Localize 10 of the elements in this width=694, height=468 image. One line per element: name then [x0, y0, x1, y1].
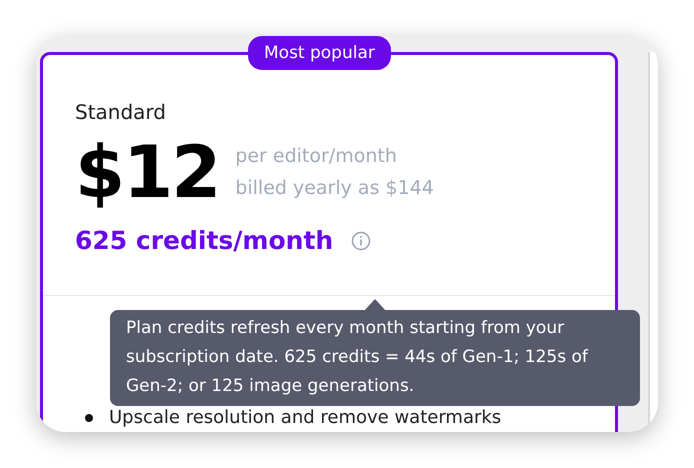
feature-text: Upscale resolution and remove watermarks — [109, 407, 502, 428]
info-icon[interactable] — [351, 230, 372, 250]
price-note: per editor/month — [235, 145, 398, 167]
bullet-icon — [85, 414, 93, 422]
credits: 625 credits/month — [75, 226, 334, 255]
price: $12 — [75, 132, 220, 212]
tooltip: Plan credits refresh every month starting from your subscription date. 625 credits = 44s of Gen-1; 125s of Gen-2; or 125 image generations. — [110, 310, 640, 406]
billing-note: billed yearly as $144 — [235, 177, 434, 199]
plan-name: Standard — [75, 100, 167, 124]
popular-badge: Most popular — [248, 36, 391, 70]
